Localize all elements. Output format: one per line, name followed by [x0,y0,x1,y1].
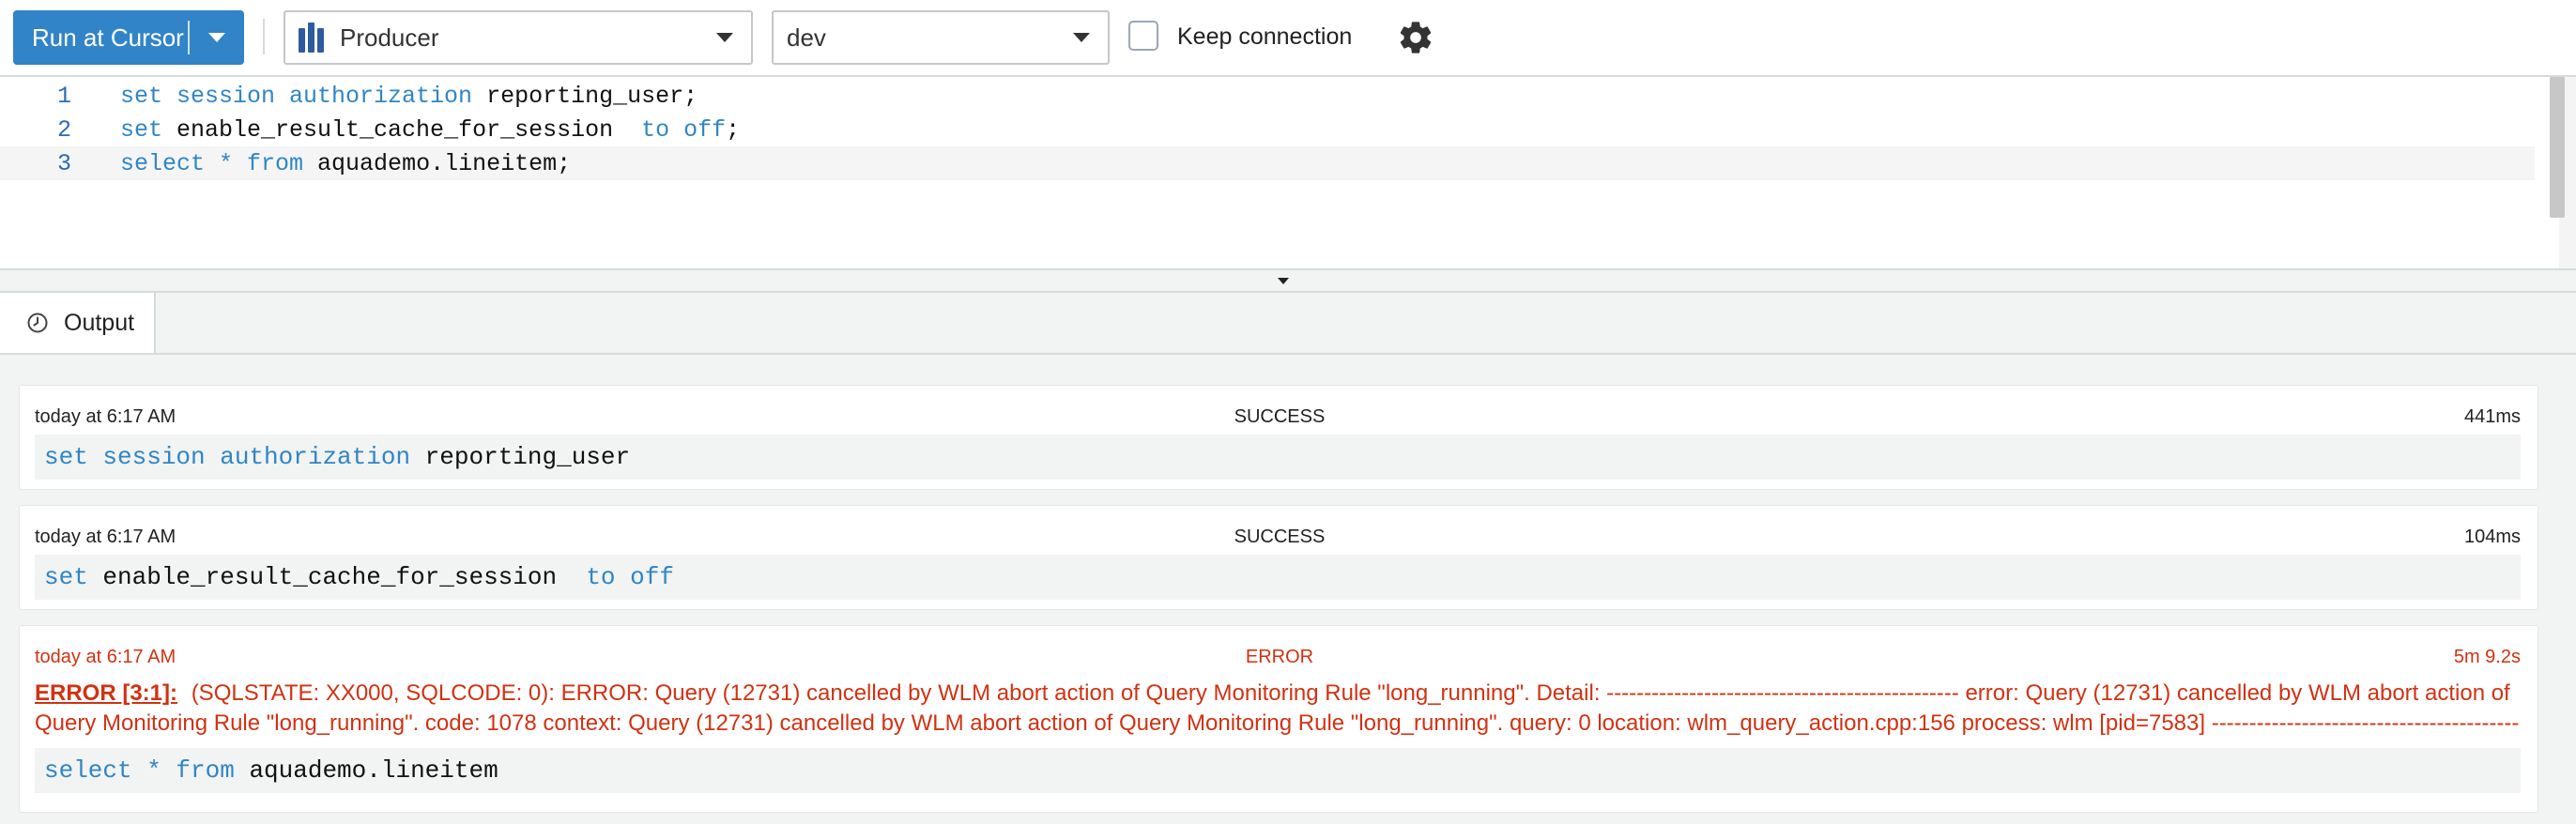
sql-keyword: select * from [120,149,304,177]
sql-identifier: aquademo.lineitem; [303,149,572,177]
cluster-select[interactable]: Producer [284,10,753,65]
sql-keyword: set [120,115,163,144]
sql-identifier: ; [726,115,741,144]
line-code[interactable]: select * from aquademo.lineitem; [120,150,571,177]
run-options-dropdown[interactable] [190,33,244,42]
result-duration: 104ms [2463,526,2521,547]
sql-editor[interactable]: 1 set session authorization reporting_use… [0,75,2576,272]
result-duration: 441ms [2463,406,2521,427]
line-code[interactable]: set enable_result_cache_for_session to o… [120,116,740,144]
editor-line[interactable]: 2 set enable_result_cache_for_session to … [0,113,2535,146]
line-number: 3 [56,149,71,177]
result-status: SUCCESS [1234,526,1326,547]
editor-line[interactable]: 3 select * from aquademo.lineitem; [0,146,2535,180]
sql-identifier: enable_result_cache_for_session [87,563,587,591]
database-select-value[interactable]: dev [774,23,1055,53]
output-tab-bar: Output [0,293,2576,355]
result-card-error: today at 6:17 AM ERROR 5m 9.2s ERROR [3:… [19,625,2538,813]
keep-connection-label[interactable]: Keep connection [1177,23,1352,51]
sql-keyword: select * from [44,756,235,785]
sql-keyword: to off [586,563,674,591]
editor-scrollbar-thumb[interactable] [2550,77,2565,218]
sql-keyword: set session authorization [44,443,411,471]
query-toolbar: Run at Cursor Producer dev Keep connecti… [0,0,2576,75]
result-status: SUCCESS [1234,406,1326,427]
line-code[interactable]: set session authorization reporting_user… [120,83,698,110]
result-card: today at 6:17 AM SUCCESS 441ms set sessi… [19,385,2538,490]
output-results: today at 6:17 AM SUCCESS 441ms set sessi… [0,355,2576,824]
gear-icon[interactable] [1397,19,1434,56]
sql-keyword: set session authorization [120,82,473,110]
tab-output[interactable]: Output [0,293,156,353]
collapse-arrow-icon[interactable] [1278,278,1289,284]
sql-keyword: to off [641,115,727,144]
sql-identifier: reporting_user; [472,82,698,110]
sql-identifier: reporting_user [410,443,631,471]
tab-output-label[interactable]: Output [64,310,134,337]
keep-connection-checkbox[interactable] [1128,21,1158,51]
result-sql: set session authorization reporting_user [35,435,2521,480]
editor-line[interactable]: 1 set session authorization reporting_use… [0,79,2535,113]
chevron-down-icon[interactable] [1055,33,1108,42]
sql-keyword: set [44,563,88,591]
error-code-link[interactable]: ERROR [3:1]: [35,680,177,706]
sql-identifier: enable_result_cache_for_session [162,115,642,144]
result-sql: select * from aquademo.lineitem [35,748,2521,793]
chevron-down-icon[interactable] [208,33,225,42]
result-status: ERROR [1245,647,1314,667]
line-number: 2 [56,115,71,144]
chevron-down-icon[interactable] [698,33,751,42]
line-number: 1 [56,82,71,110]
database-select[interactable]: dev [772,10,1110,65]
result-sql: set enable_result_cache_for_session to o… [35,555,2521,600]
database-cluster-icon [299,23,327,53]
panel-resize-handle[interactable] [0,268,2576,293]
result-duration: 5m 9.2s [2453,647,2521,667]
run-at-cursor-label[interactable]: Run at Cursor [13,23,188,53]
result-card: today at 6:17 AM SUCCESS 104ms set enabl… [19,505,2538,610]
cluster-select-value[interactable]: Producer [327,23,698,53]
toolbar-divider [263,19,265,54]
clock-icon [27,313,48,333]
sql-identifier: aquademo.lineitem [234,756,498,785]
run-at-cursor-button[interactable]: Run at Cursor [13,10,244,65]
